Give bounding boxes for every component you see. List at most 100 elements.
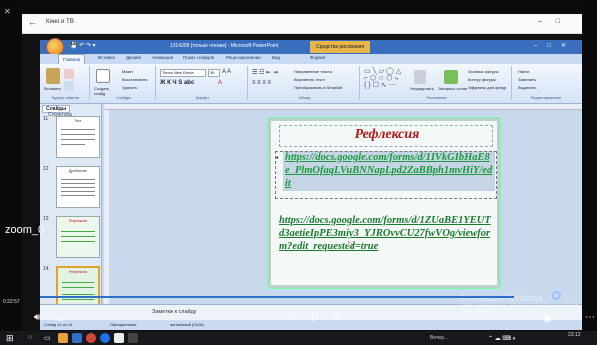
zoom-overlay-label: zoom_0 <box>5 224 45 236</box>
layout-button[interactable]: Макет <box>122 69 133 74</box>
vertical-ruler <box>104 110 109 314</box>
context-tab-label: Средства рисования <box>310 41 370 53</box>
explorer-icon[interactable] <box>58 333 68 343</box>
find-button[interactable]: Найти <box>518 69 529 74</box>
tab-view[interactable]: Вид <box>272 55 280 60</box>
subtitles-icon[interactable]: ▭ <box>56 313 65 323</box>
convert-smartart-button[interactable]: Преобразовать в SmartArt <box>294 85 343 90</box>
more-options-icon[interactable]: ⋯ <box>585 313 595 323</box>
slide-canvas[interactable]: Рефлексия • https://docs.google.com/form… <box>268 118 500 288</box>
thumb-number: 14 <box>43 266 49 272</box>
app-icon[interactable] <box>72 333 82 343</box>
chrome-icon[interactable] <box>100 333 110 343</box>
start-button-icon[interactable]: ⊞ <box>6 333 14 343</box>
new-slide-icon[interactable] <box>96 69 110 83</box>
group-label-drawing: Рисование <box>426 95 447 100</box>
tab-format[interactable]: Формат <box>310 55 326 60</box>
text-direction-button[interactable]: Направление текста <box>294 69 332 74</box>
opera-icon[interactable] <box>86 333 96 343</box>
app-title-bar: ← Кино и ТВ –□ <box>22 14 582 34</box>
select-button[interactable]: Выделить <box>518 85 536 90</box>
pp-document-title: 1314209 [только чтение] - Microsoft Powe… <box>170 43 279 49</box>
close-icon[interactable]: ✕ <box>4 7 11 16</box>
paste-button[interactable]: Вставить <box>44 86 61 91</box>
time-remaining: 0:01 <box>562 299 572 305</box>
seek-bar[interactable] <box>40 296 514 298</box>
skip-back-icon[interactable]: ↺ <box>288 313 296 323</box>
app-icon[interactable] <box>128 333 138 343</box>
horizontal-ruler <box>104 104 582 110</box>
cut-icon[interactable] <box>64 69 74 79</box>
font-size-select[interactable]: 36 <box>208 69 220 77</box>
font-color-icon[interactable]: A <box>218 80 222 86</box>
tab-design[interactable]: Дизайн <box>126 55 141 60</box>
left-strip: ✕ <box>0 0 22 345</box>
arrange-button[interactable]: Упорядочить <box>410 86 434 91</box>
task-view-icon[interactable]: ▭ <box>44 334 51 344</box>
clock[interactable]: 23:12 <box>568 333 581 338</box>
shapes-gallery[interactable]: ▭ ╲ ▱ ◯ △ ⌐ ⬠ ☆ ⬡ ⤷{ } ☐ ∿ ⋯ <box>364 68 401 89</box>
slide-thumbnail[interactable]: Дробление <box>56 166 100 208</box>
clock-time: 23:12 <box>568 332 581 338</box>
app-icon[interactable] <box>114 333 124 343</box>
pp-window-controls[interactable]: –□✕ <box>534 42 576 49</box>
tray-icons[interactable]: ⌃ ☁ ⌨ 🔈︎ <box>488 334 516 344</box>
group-font: Times New Roma 36 A A Ж К Ч S abc A Шриф… <box>158 66 248 100</box>
align-buttons[interactable]: ≡ ≡ ≡ ≡ <box>252 80 271 86</box>
form-link-1[interactable]: https://docs.google.com/forms/d/1IVkGIbH… <box>285 151 493 190</box>
skip-forward-icon[interactable]: ↻ <box>334 313 342 323</box>
quick-styles-button[interactable]: Экспресс-стили <box>438 86 467 91</box>
volume-icon[interactable]: 🔊︎ <box>34 313 40 323</box>
fullscreen-icon[interactable]: ⤢ <box>566 313 574 323</box>
delete-button[interactable]: Удалить <box>122 85 137 90</box>
ribbon: Вставить Буфер обмена Создать слайд Маке… <box>40 64 582 104</box>
form-link-2[interactable]: https://docs.google.com/forms/d/1ZUaBE1Y… <box>279 214 493 253</box>
play-icon[interactable]: ▷ <box>312 313 320 323</box>
window-controls[interactable]: –□ <box>538 18 574 25</box>
restore-button[interactable]: Восстановить <box>122 77 148 82</box>
quick-styles-icon[interactable] <box>444 70 458 84</box>
quick-access-toolbar[interactable]: 💾 ↶ ↷ ▾ <box>70 42 96 49</box>
group-editing: Найти Заменить Выделить Редактирование <box>514 66 578 100</box>
paste-icon[interactable] <box>46 68 60 84</box>
group-paragraph: ☰ ☷ ⇤ ⇥ ≡ ≡ ≡ ≡ Направление текста Выров… <box>250 66 360 100</box>
slide-thumbnail-selected[interactable]: Рефлексия <box>56 266 100 308</box>
player-controls: 🔊︎ ▭ ↺ ▷ ↻ ▣ ⤢ ⋯ <box>0 308 597 330</box>
tab-slideshow[interactable]: Показ слайдов <box>183 55 214 60</box>
pp-titlebar: 💾 ↶ ↷ ▾ 1314209 [только чтение] - Micros… <box>40 38 582 56</box>
slide-thumbnail[interactable]: Рефлексия <box>56 216 100 258</box>
tab-animation[interactable]: Анимация <box>152 55 173 60</box>
group-drawing: ▭ ╲ ▱ ◯ △ ⌐ ⬠ ☆ ⬡ ⤷{ } ☐ ∿ ⋯ Упорядочить … <box>362 66 512 100</box>
font-style-buttons[interactable]: Ж К Ч S abc <box>160 80 194 86</box>
group-label-paragraph: Абзац <box>298 95 311 100</box>
copy-icon[interactable] <box>64 81 74 91</box>
back-arrow-icon[interactable]: ← <box>28 17 37 27</box>
font-name-select[interactable]: Times New Roma <box>160 69 206 77</box>
seek-handle[interactable] <box>552 291 561 300</box>
search-icon[interactable]: ○ <box>28 334 32 341</box>
group-label-font: Шрифт <box>195 95 210 100</box>
shape-outline-button[interactable]: Контур фигуры <box>468 77 496 82</box>
tab-home[interactable]: Главная <box>58 54 86 64</box>
align-text-button[interactable]: Выровнять текст <box>294 77 325 82</box>
group-slides: Создать слайд Макет Восстановить Удалить… <box>92 66 156 100</box>
tray-weather[interactable]: Ветер... <box>430 335 448 341</box>
list-buttons[interactable]: ☰ ☷ ⇤ ⇥ <box>252 69 278 76</box>
thumb-number: 12 <box>43 166 49 172</box>
tab-insert[interactable]: Вставка <box>98 55 115 60</box>
thumb-title: Рефлексия <box>68 270 88 274</box>
arrange-icon[interactable] <box>414 70 426 84</box>
app-title: Кино и ТВ <box>46 19 74 25</box>
tab-review[interactable]: Рецензирование <box>226 55 261 60</box>
shape-effects-button[interactable]: Эффекты для фигур <box>468 85 506 90</box>
font-grow-icon[interactable]: A A <box>222 69 231 75</box>
replace-button[interactable]: Заменить <box>518 77 536 82</box>
group-label-slides: Слайды <box>116 95 131 100</box>
slide-thumbnail[interactable]: Тест <box>56 116 100 158</box>
watermark-title: Активация Windows <box>460 293 543 303</box>
mini-view-icon[interactable]: ▣ <box>543 313 552 323</box>
group-label-editing: Редактирование <box>530 95 562 100</box>
group-label-clipboard: Буфер обмена <box>51 95 80 100</box>
shape-fill-button[interactable]: Заливка фигуры <box>468 69 499 74</box>
slides-sidebar: Слайды Структура 11 Тест 12 Дробление 13… <box>40 104 102 314</box>
